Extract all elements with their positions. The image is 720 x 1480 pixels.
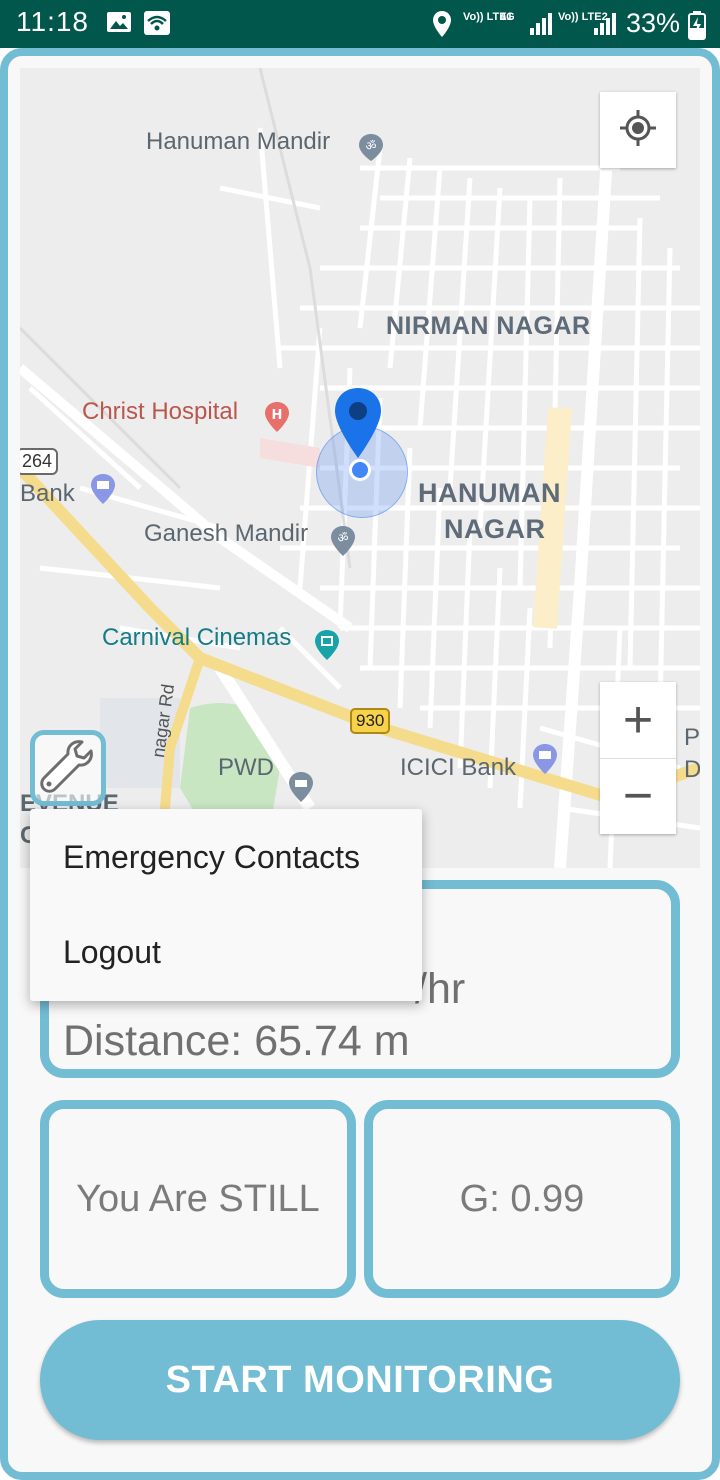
net-4g: 4G	[500, 11, 515, 23]
label-hanuman-nagar-1: HANUMAN	[418, 478, 561, 508]
battery-charging-icon	[688, 10, 706, 45]
bank-icon[interactable]	[88, 472, 118, 504]
signal-icon	[528, 12, 554, 41]
speed-text: /hr	[415, 965, 466, 1013]
settings-popup-menu: Emergency Contacts Logout	[30, 809, 422, 1001]
g-force-text: G: 0.99	[459, 1177, 585, 1220]
location-pin-icon[interactable]	[333, 386, 383, 465]
menu-item-emergency-contacts[interactable]: Emergency Contacts	[63, 839, 360, 876]
my-location-icon	[618, 108, 658, 153]
my-location-button[interactable]	[600, 92, 676, 168]
wifi-icon	[143, 10, 171, 41]
distance-text: Distance: 65.74 m	[63, 1017, 410, 1065]
image-icon	[106, 10, 132, 39]
svg-text:H: H	[272, 408, 283, 423]
label-nirman-nagar: NIRMAN NAGAR	[386, 312, 591, 340]
zoom-out-button[interactable]: −	[600, 758, 676, 834]
label-edge-p: P	[684, 724, 700, 751]
menu-item-logout[interactable]: Logout	[63, 934, 161, 971]
status-bar: 11:18 Vo)) LTE1 4G Vo)) LTE2 33%	[0, 0, 720, 48]
svg-text:ॐ: ॐ	[338, 531, 349, 545]
bank-icon[interactable]	[530, 742, 560, 774]
wrench-icon	[38, 736, 98, 801]
zoom-in-button[interactable]: +	[600, 682, 676, 759]
museum-icon[interactable]	[286, 770, 316, 802]
settings-button[interactable]	[30, 730, 106, 806]
label-pwd: PWD	[218, 754, 274, 781]
label-hanuman-nagar-2: NAGAR	[444, 514, 546, 544]
label-christ-hospital: Christ Hospital	[82, 398, 239, 425]
zoom-controls: + −	[600, 682, 676, 834]
map-view[interactable]: Hanuman Mandir ॐ NIRMAN NAGAR Christ Hos…	[20, 68, 700, 868]
svg-text:ॐ: ॐ	[366, 139, 377, 153]
label-bank: Bank	[20, 480, 75, 507]
g-force-card: G: 0.99	[364, 1100, 680, 1298]
start-monitoring-button[interactable]: START MONITORING	[40, 1320, 680, 1440]
signal-icon	[592, 12, 618, 41]
road-930-shield: 930	[350, 708, 391, 734]
temple-icon[interactable]: ॐ	[328, 524, 358, 556]
cinema-icon[interactable]	[312, 628, 342, 660]
label-carnival-cinemas: Carnival Cinemas	[102, 624, 292, 651]
label-hanuman-mandir: Hanuman Mandir	[146, 128, 331, 155]
temple-icon[interactable]: ॐ	[356, 132, 386, 162]
motion-status-text: You Are STILL	[76, 1177, 320, 1220]
label-edge-d: D	[684, 756, 700, 783]
battery-percent: 33%	[626, 8, 681, 38]
hospital-icon[interactable]: H	[262, 400, 292, 432]
label-ganesh-mandir: Ganesh Mandir	[144, 520, 309, 547]
location-icon	[432, 10, 452, 43]
motion-status-card: You Are STILL	[40, 1100, 356, 1298]
road-264-shield: 264	[20, 448, 59, 475]
status-time: 11:18	[16, 6, 89, 37]
label-icici-bank: ICICI Bank	[400, 754, 517, 781]
